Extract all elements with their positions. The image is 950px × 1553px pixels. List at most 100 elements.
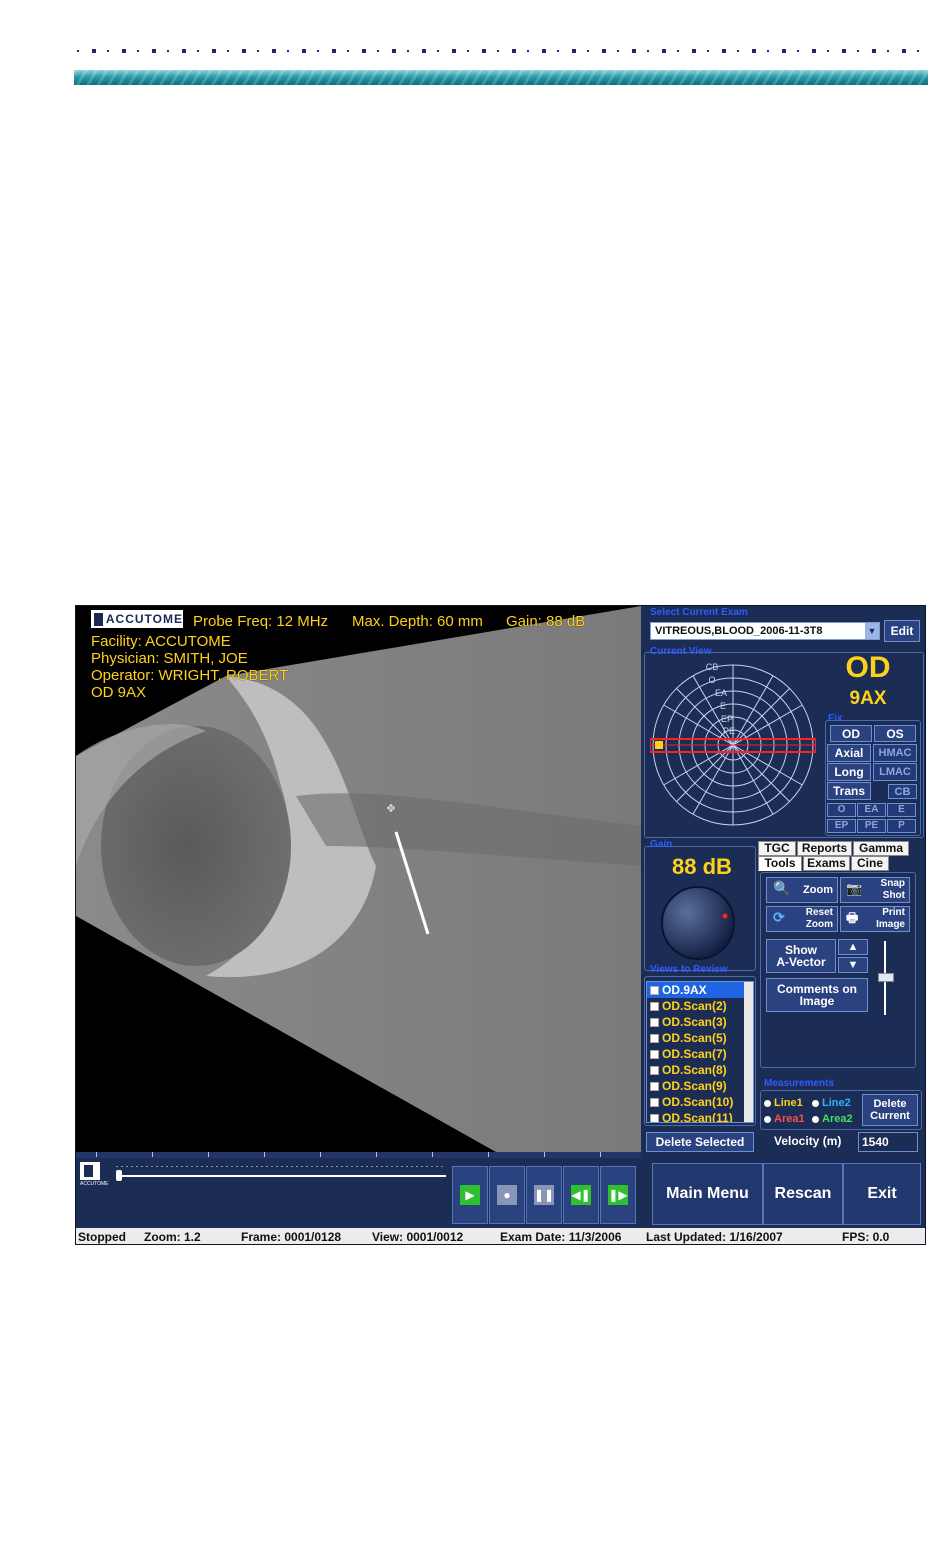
o-button[interactable]: O [827, 803, 856, 817]
stop-button[interactable]: ● [489, 1166, 525, 1224]
radial-label-cb: CB [706, 662, 719, 672]
status-view: View: 0001/0012 [372, 1230, 464, 1244]
status-exam-date: Exam Date: 11/3/2006 [500, 1230, 622, 1244]
tab-gamma[interactable]: Gamma [853, 841, 909, 856]
chevron-down-icon[interactable]: ▼ [865, 623, 879, 639]
checkbox[interactable] [650, 1049, 659, 1059]
od-button[interactable]: OD [830, 725, 872, 742]
frame-slider-thumb[interactable] [116, 1170, 122, 1181]
vector-slider-thumb[interactable] [878, 973, 894, 982]
reset-zoom-button[interactable]: ⟳ Reset Zoom [766, 906, 838, 932]
list-item[interactable]: OD.Scan(7) [647, 1046, 753, 1062]
radio-dot-icon [812, 1099, 819, 1107]
list-item[interactable]: OD.Scan(3) [647, 1014, 753, 1030]
accutome-small-logo-text: ACCUTOME [80, 1181, 109, 1187]
area1-radio[interactable]: Area1 [764, 1113, 805, 1125]
status-last-updated: Last Updated: 1/16/2007 [646, 1230, 783, 1244]
lmac-button[interactable]: LMAC [873, 763, 917, 781]
exam-select[interactable]: VITREOUS,BLOOD_2006-11-3T8 ▼ [650, 622, 880, 640]
tab-tgc[interactable]: TGC [758, 841, 796, 856]
comments-label-2: Image [799, 994, 835, 1008]
p-button[interactable]: P [887, 819, 916, 833]
print-image-button[interactable]: 🖶 Print Image [840, 906, 910, 932]
radio-dot-icon [764, 1099, 771, 1107]
b-scan-viewer[interactable]: ACCUTOME Probe Freq: 12 MHz Max. Depth: … [76, 606, 641, 1152]
exam-select-value: VITREOUS,BLOOD_2006-11-3T8 [655, 625, 823, 637]
pe-button[interactable]: PE [857, 819, 886, 833]
step-back-icon: ◀❚ [571, 1185, 591, 1205]
operator: Operator: WRIGHT, ROBERT [91, 667, 289, 684]
trans-button[interactable]: Trans [827, 782, 871, 800]
checkbox[interactable] [650, 1081, 659, 1091]
long-button[interactable]: Long [827, 763, 871, 781]
cb-button[interactable]: CB [888, 784, 917, 799]
main-menu-button[interactable]: Main Menu [652, 1163, 763, 1225]
ep-button[interactable]: EP [827, 819, 856, 833]
tab-tools[interactable]: Tools [758, 856, 802, 871]
checkbox[interactable] [650, 1065, 659, 1075]
checkbox[interactable] [650, 1001, 659, 1011]
vector-up-button[interactable]: ▲ [838, 939, 868, 955]
list-item[interactable]: OD.Scan(8) [647, 1062, 753, 1078]
views-list[interactable]: OD.9AX OD.Scan(2) OD.Scan(3) OD.Scan(5) … [646, 981, 754, 1123]
probe-frequency: Probe Freq: 12 MHz [193, 613, 329, 630]
e-button[interactable]: E [887, 803, 916, 817]
step-back-button[interactable]: ◀❚ [563, 1166, 599, 1224]
snap-shot-label-1: Snap [880, 878, 905, 889]
velocity-label: Velocity (m) [774, 1134, 842, 1148]
velocity-input[interactable]: 1540 [858, 1132, 918, 1152]
gain-knob[interactable] [658, 883, 738, 963]
delete-current-label-1: Delete [873, 1098, 907, 1110]
snap-shot-button[interactable]: 📷 Snap Shot [840, 877, 910, 903]
gain-readout: Gain: 88 dB [506, 613, 586, 630]
clock-position-diagram[interactable]: CB O EA E EP PE [650, 662, 816, 828]
list-item[interactable]: OD.Scan(9) [647, 1078, 753, 1094]
zoom-button[interactable]: 🔍 Zoom [766, 877, 838, 903]
bottom-bar: ACCUTOME ▶ ● ❚❚ ◀❚ ❚▶ Main Menu Rescan E… [76, 1158, 925, 1228]
current-eye: OD [845, 651, 891, 684]
tab-cine[interactable]: Cine [851, 856, 889, 871]
list-item[interactable]: OD.9AX [647, 982, 753, 998]
frame-slider[interactable] [116, 1175, 446, 1177]
list-item[interactable]: OD.Scan(10) [647, 1094, 753, 1110]
show-a-vector-button[interactable]: Show A-Vector [766, 939, 836, 973]
edit-exam-button[interactable]: Edit [884, 620, 920, 642]
ea-button[interactable]: EA [857, 803, 886, 817]
delete-current-button[interactable]: Delete Current [862, 1094, 918, 1126]
area2-radio[interactable]: Area2 [812, 1113, 853, 1125]
step-forward-button[interactable]: ❚▶ [600, 1166, 636, 1224]
checkbox[interactable] [650, 1033, 659, 1043]
list-item[interactable]: OD.Scan(11) [647, 1110, 753, 1122]
checkbox[interactable] [650, 1017, 659, 1027]
frame-slider-ticks [116, 1166, 446, 1167]
views-scrollbar[interactable] [744, 982, 753, 1122]
show-a-vector-label-2: A-Vector [776, 955, 826, 969]
list-item[interactable]: OD.Scan(2) [647, 998, 753, 1014]
header-banner [74, 70, 928, 85]
radial-label-pe: PE [723, 726, 735, 736]
pause-button[interactable]: ❚❚ [526, 1166, 562, 1224]
checkbox[interactable] [650, 985, 659, 995]
play-button[interactable]: ▶ [452, 1166, 488, 1224]
hmac-button[interactable]: HMAC [873, 744, 917, 762]
delete-selected-button[interactable]: Delete Selected [646, 1132, 754, 1152]
rescan-button[interactable]: Rescan [763, 1163, 843, 1225]
line2-radio[interactable]: Line2 [812, 1097, 851, 1109]
accutome-small-logo: ACCUTOME [80, 1162, 109, 1188]
comments-on-image-button[interactable]: Comments on Image [766, 978, 868, 1012]
line1-radio[interactable]: Line1 [764, 1097, 803, 1109]
radio-dot-icon [812, 1115, 819, 1123]
max-depth: Max. Depth: 60 mm [352, 613, 483, 630]
os-button[interactable]: OS [874, 725, 916, 742]
vector-down-button[interactable]: ▼ [838, 957, 868, 973]
list-item[interactable]: OD.Scan(5) [647, 1030, 753, 1046]
tab-reports[interactable]: Reports [797, 841, 852, 856]
exit-button[interactable]: Exit [843, 1163, 921, 1225]
facility: Facility: ACCUTOME [91, 633, 231, 650]
magnifier-icon: 🔍 [773, 880, 791, 896]
step-forward-icon: ❚▶ [608, 1185, 628, 1205]
axial-button[interactable]: Axial [827, 744, 871, 762]
tab-exams[interactable]: Exams [803, 856, 850, 871]
checkbox[interactable] [650, 1113, 659, 1122]
checkbox[interactable] [650, 1097, 659, 1107]
